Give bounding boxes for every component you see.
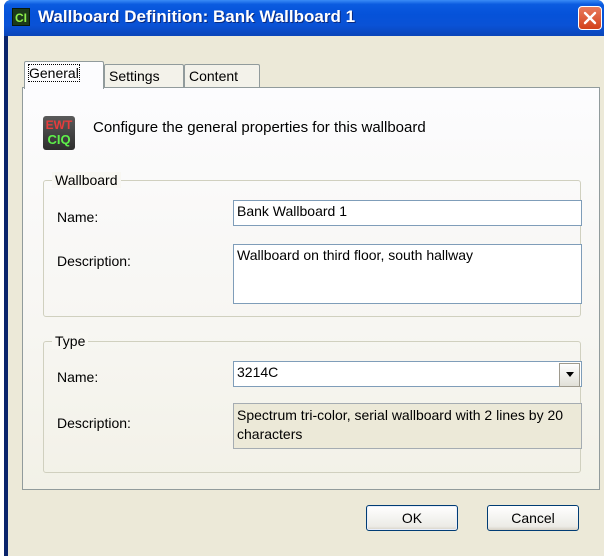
wallboard-icon-top-text: EWT (45, 118, 73, 132)
wallboard-name-label: Name: (57, 209, 99, 225)
cancel-button[interactable]: Cancel (487, 505, 579, 531)
wallboard-group-legend: Wallboard (52, 172, 121, 188)
tab-general-label: General (28, 64, 80, 82)
dialog-client-area: General Settings Content EWT CIQ Configu… (8, 36, 604, 556)
app-icon: CI (12, 8, 30, 26)
type-name-label: Name: (57, 369, 99, 385)
type-name-select[interactable]: 3214C (233, 361, 582, 387)
wallboard-groupbox: Wallboard Name: Bank Wallboard 1 Descrip… (43, 172, 582, 317)
chevron-down-icon (566, 372, 574, 377)
dialog-window: CI Wallboard Definition: Bank Wallboard … (4, 0, 604, 556)
tab-settings-label: Settings (109, 68, 160, 84)
ok-button[interactable]: OK (366, 505, 458, 531)
type-groupbox: Type Name: 3214C Description: Spectrum t… (43, 333, 582, 473)
wallboard-name-input[interactable]: Bank Wallboard 1 (233, 200, 582, 226)
type-dropdown-button[interactable] (559, 363, 580, 387)
wallboard-icon-bottom-text: CIQ (47, 132, 71, 147)
tab-settings[interactable]: Settings (104, 64, 184, 88)
general-tab-panel: EWT CIQ Configure the general properties… (22, 87, 600, 490)
tab-content-label: Content (189, 68, 239, 84)
wallboard-description-label: Description: (57, 253, 131, 269)
tab-general[interactable]: General (24, 61, 104, 89)
panel-description: Configure the general properties for thi… (93, 119, 426, 136)
wallboard-description-input[interactable]: Wallboard on third floor, south hallway (233, 244, 582, 304)
close-icon (583, 11, 597, 25)
type-group-legend: Type (52, 333, 89, 349)
title-bar[interactable]: CI Wallboard Definition: Bank Wallboard … (4, 0, 604, 36)
type-description-readonly: Spectrum tri-color, serial wallboard wit… (233, 403, 582, 449)
close-button[interactable] (578, 6, 602, 30)
window-title: Wallboard Definition: Bank Wallboard 1 (38, 7, 356, 26)
type-description-label: Description: (57, 415, 131, 431)
tab-content[interactable]: Content (184, 64, 260, 88)
wallboard-icon: EWT CIQ (43, 116, 75, 150)
type-name-value: 3214C (237, 364, 279, 380)
